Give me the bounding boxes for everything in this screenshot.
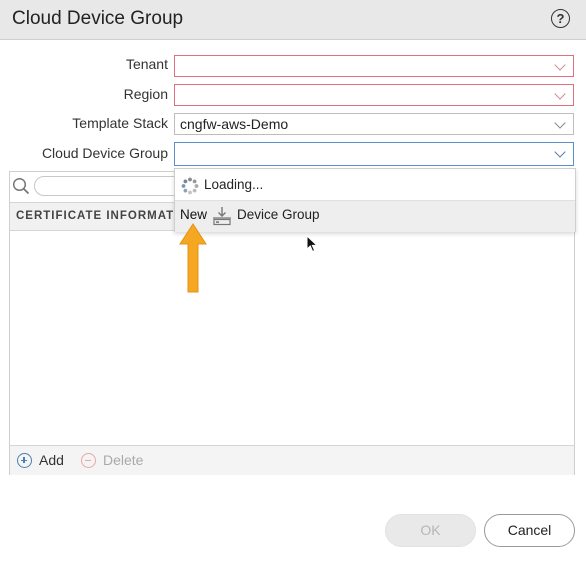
region-select[interactable]	[174, 84, 574, 106]
region-label: Region	[123, 86, 168, 102]
new-device-group-item[interactable]: New Device Group	[175, 200, 575, 232]
ok-button[interactable]: OK	[385, 514, 476, 547]
device-group-label: Device Group	[237, 207, 320, 222]
loading-spinner-icon	[181, 177, 199, 195]
template-stack-label: Template Stack	[72, 115, 168, 131]
chevron-down-icon[interactable]	[554, 146, 566, 158]
cloud-device-group-label: Cloud Device Group	[41, 145, 168, 161]
tenant-select[interactable]	[174, 55, 574, 77]
chevron-down-icon[interactable]	[554, 59, 566, 71]
template-stack-value: cngfw-aws-Demo	[180, 116, 289, 132]
chevron-down-icon[interactable]	[554, 117, 566, 129]
annotation-up-arrow-icon	[179, 223, 207, 293]
new-label: New	[180, 207, 208, 222]
loading-text: Loading...	[204, 177, 264, 192]
dropdown-loading-item: Loading...	[175, 169, 575, 199]
tenant-label: Tenant	[125, 56, 168, 72]
add-label: Add	[39, 452, 64, 468]
delete-icon	[81, 453, 96, 468]
dialog-title: Cloud Device Group	[12, 8, 184, 29]
device-group-icon	[213, 207, 231, 226]
search-icon[interactable]	[12, 177, 30, 195]
mouse-pointer-icon	[306, 235, 318, 253]
search-input[interactable]	[34, 176, 194, 196]
template-stack-select[interactable]: cngfw-aws-Demo	[174, 113, 574, 135]
chevron-down-icon[interactable]	[554, 88, 566, 100]
delete-label: Delete	[103, 452, 144, 468]
help-icon[interactable]: ?	[551, 9, 570, 28]
table-toolbar: Add Delete	[10, 445, 574, 475]
cancel-button[interactable]: Cancel	[484, 514, 575, 547]
cloud-device-group-dropdown: Loading... New Device Group	[174, 168, 576, 232]
cloud-device-group-select[interactable]	[174, 142, 574, 166]
certificate-information-header: CERTIFICATE INFORMATI	[16, 210, 179, 222]
add-icon	[17, 453, 32, 468]
dialog-titlebar: Cloud Device Group ?	[0, 0, 586, 40]
